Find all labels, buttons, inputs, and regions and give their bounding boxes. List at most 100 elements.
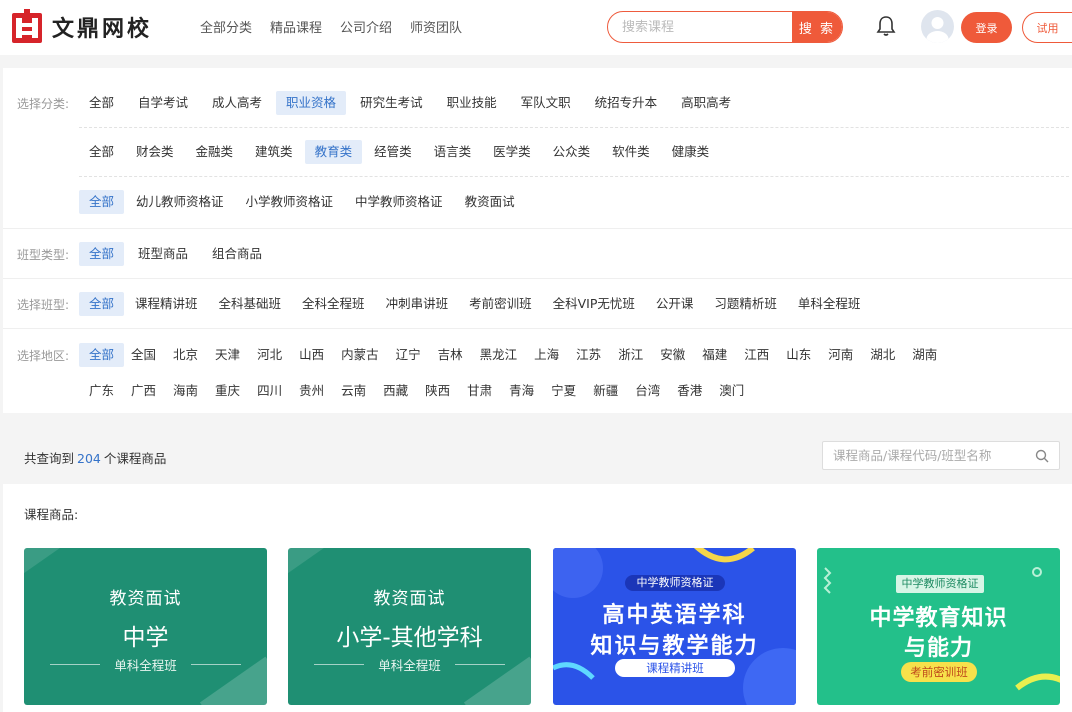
filter-option[interactable]: 班型商品 <box>128 242 198 266</box>
filter-option[interactable]: 幼儿教师资格证 <box>126 190 234 214</box>
filter-option[interactable]: 全部 <box>79 292 125 316</box>
filter-option[interactable]: 内蒙古 <box>331 343 389 367</box>
card-line2: 知识与教学能力 <box>590 634 759 659</box>
filter-option[interactable]: 湖南 <box>902 343 947 367</box>
nav-about[interactable]: 公司介绍 <box>340 17 392 36</box>
filter-option[interactable]: 贵州 <box>289 379 334 403</box>
filter-option[interactable]: 上海 <box>524 343 569 367</box>
filter-option[interactable]: 全部 <box>79 140 124 164</box>
filter-option[interactable]: 全部 <box>79 91 124 115</box>
filter-option[interactable]: 全科全程班 <box>292 292 375 316</box>
filter-option[interactable]: 考前密训班 <box>459 292 542 316</box>
filter-option[interactable]: 北京 <box>163 343 208 367</box>
avatar[interactable] <box>921 10 954 43</box>
course-card[interactable]: 教资面试 小学-其他学科 单科全程班 <box>288 548 531 705</box>
filter-option[interactable]: 青海 <box>499 379 544 403</box>
filter-option[interactable]: 课程精讲班 <box>125 292 208 316</box>
nav-teachers[interactable]: 师资团队 <box>410 17 462 36</box>
filter-option[interactable]: 新疆 <box>583 379 628 403</box>
card-line1: 教资面试 <box>373 589 446 609</box>
count-suffix: 个课程商品 <box>103 451 167 466</box>
filter-option[interactable]: 公开课 <box>646 292 704 316</box>
filter-option[interactable]: 公众类 <box>543 140 601 164</box>
filter-option[interactable]: 全部 <box>79 343 125 367</box>
filter-option[interactable]: 重庆 <box>205 379 250 403</box>
filter-option[interactable]: 教育类 <box>304 140 363 164</box>
user-icon <box>926 17 949 43</box>
filter-option[interactable]: 组合商品 <box>202 242 272 266</box>
bell-icon[interactable] <box>874 14 898 38</box>
filter-option[interactable]: 黑龙江 <box>470 343 528 367</box>
filter-option[interactable]: 陕西 <box>415 379 460 403</box>
card-decoration <box>288 548 339 578</box>
filter-option[interactable]: 全科基础班 <box>209 292 292 316</box>
filter-option[interactable]: 金融类 <box>186 140 244 164</box>
course-card[interactable]: 中学教师资格证 中学教育知识 与能力 考前密训班 <box>817 548 1060 705</box>
filter-option[interactable]: 中学教师资格证 <box>345 190 453 214</box>
filter-option[interactable]: 单科全程班 <box>788 292 871 316</box>
filter-option[interactable]: 广东 <box>79 379 124 403</box>
filter-option[interactable]: 软件类 <box>602 140 660 164</box>
filter-option[interactable]: 山西 <box>289 343 334 367</box>
filter-option[interactable]: 广西 <box>121 379 166 403</box>
logo[interactable]: 文鼎网校 <box>10 9 152 45</box>
logo-icon <box>12 9 42 43</box>
course-card[interactable]: 教资面试 中学 单科全程班 <box>24 548 267 705</box>
filter-option[interactable]: 全国 <box>121 343 166 367</box>
filter-option[interactable]: 湖北 <box>860 343 905 367</box>
filter-option[interactable]: 统招专升本 <box>585 91 668 115</box>
trial-button[interactable]: 试用 <box>1022 12 1072 43</box>
course-list: 课程商品: 教资面试 中学 单科全程班 教资面试 小学-其他学科 单科全程班 中… <box>3 484 1072 712</box>
login-button[interactable]: 登录 <box>961 12 1012 43</box>
category-row-3: 全部 幼儿教师资格证 小学教师资格证 中学教师资格证 教资面试 <box>79 190 527 214</box>
filter-option[interactable]: 四川 <box>247 379 292 403</box>
filter-option[interactable]: 习题精析班 <box>704 292 787 316</box>
course-card[interactable]: 中学教师资格证 高中英语学科 知识与教学能力 课程精讲班 <box>553 548 796 705</box>
nav-premium-courses[interactable]: 精品课程 <box>270 17 322 36</box>
search-button[interactable]: 搜 索 <box>792 12 842 42</box>
divider <box>79 127 1069 128</box>
filter-option[interactable]: 福建 <box>692 343 737 367</box>
filter-option[interactable]: 江西 <box>734 343 779 367</box>
filter-option[interactable]: 安徽 <box>650 343 695 367</box>
filter-option[interactable]: 医学类 <box>483 140 541 164</box>
filter-option[interactable]: 辽宁 <box>386 343 431 367</box>
filter-option[interactable]: 江苏 <box>566 343 611 367</box>
filter-option[interactable]: 职业技能 <box>437 91 507 115</box>
filter-option[interactable]: 成人高考 <box>202 91 272 115</box>
filter-option[interactable]: 全科VIP无忧班 <box>543 292 645 316</box>
nav-all-categories[interactable]: 全部分类 <box>200 17 252 36</box>
filter-option[interactable]: 教资面试 <box>455 190 525 214</box>
filter-option[interactable]: 军队文职 <box>511 91 581 115</box>
filter-option[interactable]: 台湾 <box>625 379 670 403</box>
filter-option[interactable]: 高职高考 <box>671 91 741 115</box>
filter-option[interactable]: 小学教师资格证 <box>236 190 344 214</box>
filter-option[interactable]: 河北 <box>247 343 292 367</box>
filter-option[interactable]: 甘肃 <box>457 379 502 403</box>
search-input[interactable] <box>608 12 792 42</box>
filter-option[interactable]: 研究生考试 <box>350 91 433 115</box>
filter-option[interactable]: 自学考试 <box>128 91 198 115</box>
product-search-input[interactable] <box>823 442 1023 469</box>
search-icon[interactable] <box>1035 449 1049 463</box>
filter-option[interactable]: 山东 <box>776 343 821 367</box>
filter-option[interactable]: 全部 <box>79 190 125 214</box>
filter-option[interactable]: 语言类 <box>424 140 482 164</box>
filter-option[interactable]: 河南 <box>818 343 863 367</box>
filter-option[interactable]: 冲刺串讲班 <box>376 292 459 316</box>
filter-option[interactable]: 吉林 <box>428 343 473 367</box>
filter-option[interactable]: 香港 <box>667 379 712 403</box>
filter-option[interactable]: 建筑类 <box>245 140 303 164</box>
filter-option[interactable]: 天津 <box>205 343 250 367</box>
filter-option[interactable]: 财会类 <box>126 140 184 164</box>
filter-option[interactable]: 全部 <box>79 242 125 266</box>
filter-option[interactable]: 经管类 <box>364 140 422 164</box>
filter-option[interactable]: 云南 <box>331 379 376 403</box>
filter-option[interactable]: 健康类 <box>662 140 720 164</box>
filter-option[interactable]: 浙江 <box>608 343 653 367</box>
filter-option[interactable]: 海南 <box>163 379 208 403</box>
filter-option[interactable]: 宁夏 <box>541 379 586 403</box>
filter-option[interactable]: 职业资格 <box>276 91 347 115</box>
filter-option[interactable]: 澳门 <box>709 379 754 403</box>
filter-option[interactable]: 西藏 <box>373 379 418 403</box>
